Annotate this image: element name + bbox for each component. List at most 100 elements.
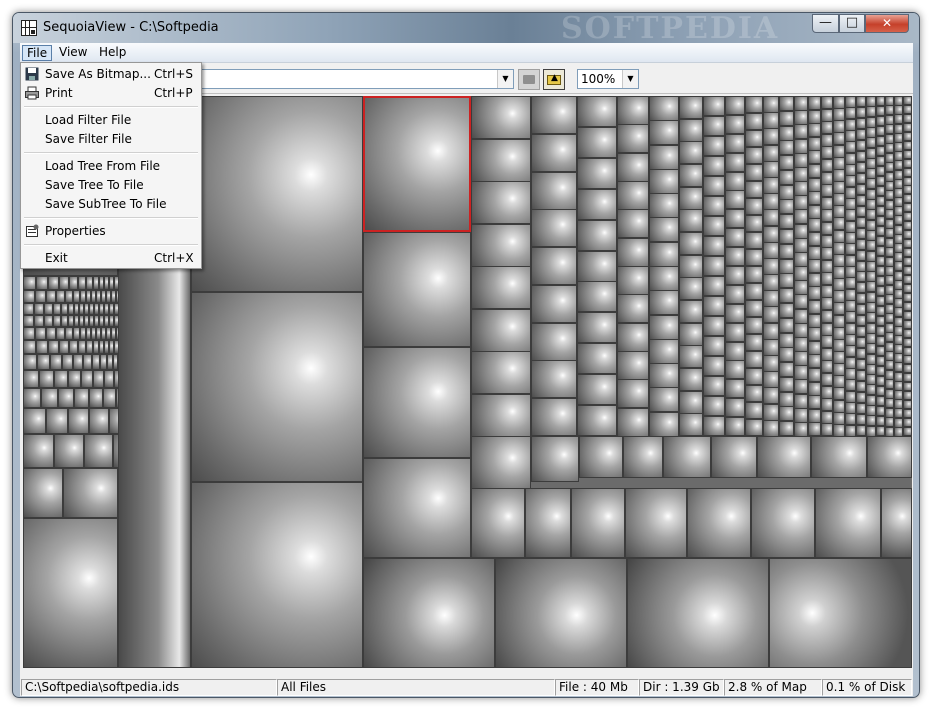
treemap-cell[interactable] (808, 273, 821, 287)
treemap-cell[interactable] (703, 96, 725, 116)
treemap-cell[interactable] (23, 340, 36, 354)
treemap-cell[interactable] (577, 127, 617, 158)
treemap-cell[interactable] (39, 370, 54, 388)
treemap-cell[interactable] (821, 335, 833, 348)
treemap-cell[interactable] (779, 170, 794, 185)
treemap-cell[interactable] (104, 370, 114, 388)
treemap-cell[interactable] (845, 243, 856, 255)
treemap-cell[interactable] (833, 302, 845, 315)
treemap-cell[interactable] (703, 296, 725, 316)
treemap-cell[interactable] (86, 340, 93, 354)
treemap-cell[interactable] (808, 178, 821, 192)
treemap-cell[interactable] (821, 121, 833, 134)
treemap-cell[interactable] (856, 359, 866, 370)
treemap-cell[interactable] (903, 400, 912, 409)
treemap-cell[interactable] (808, 150, 821, 164)
treemap-cell[interactable] (856, 348, 866, 359)
treemap-cell[interactable] (471, 139, 531, 182)
treemap-cell[interactable] (577, 405, 617, 436)
treemap-cell[interactable] (531, 96, 577, 134)
treemap-cell[interactable] (856, 293, 866, 304)
treemap-cell[interactable] (856, 304, 866, 315)
treemap-cell[interactable] (617, 351, 649, 380)
treemap-cell[interactable] (885, 417, 894, 427)
treemap-cell[interactable] (59, 340, 69, 354)
treemap-cell[interactable] (23, 370, 39, 388)
treemap-cell[interactable] (577, 96, 617, 127)
treemap-cell[interactable] (903, 123, 912, 132)
treemap-cell[interactable] (808, 395, 821, 409)
treemap-cell[interactable] (745, 283, 763, 300)
treemap-cell[interactable] (679, 255, 703, 278)
treemap-cell[interactable] (531, 209, 577, 247)
treemap-cell[interactable] (779, 111, 794, 126)
treemap-cell[interactable] (856, 217, 866, 228)
treemap-cell[interactable] (903, 284, 912, 293)
treemap-cell[interactable] (69, 340, 78, 354)
treemap-cell[interactable] (808, 327, 821, 341)
treemap-cell[interactable] (363, 96, 471, 232)
treemap-cell[interactable] (866, 312, 876, 323)
treemap-cell[interactable] (745, 266, 763, 283)
minimize-button[interactable]: — (812, 14, 839, 33)
treemap-cell[interactable] (531, 360, 577, 398)
treemap-cell[interactable] (794, 379, 808, 394)
treemap-cell[interactable] (885, 398, 894, 408)
treemap-cell[interactable] (881, 488, 912, 558)
treemap-cell[interactable] (876, 226, 885, 236)
treemap-cell[interactable] (525, 488, 571, 558)
treemap-cell[interactable] (779, 244, 794, 259)
treemap-cell[interactable] (703, 176, 725, 196)
treemap-cell[interactable] (703, 216, 725, 236)
treemap-cell[interactable] (649, 217, 679, 242)
treemap-cell[interactable] (894, 160, 903, 170)
treemap-cell[interactable] (625, 488, 687, 558)
treemap-cell[interactable] (649, 266, 679, 291)
treemap-cell[interactable] (821, 159, 833, 172)
treemap-cell[interactable] (876, 136, 885, 146)
treemap-cell[interactable] (745, 402, 763, 419)
treemap-cell[interactable] (531, 323, 577, 361)
treemap-cell[interactable] (679, 323, 703, 346)
treemap-cell[interactable] (531, 134, 577, 172)
treemap-cell[interactable] (903, 427, 912, 436)
treemap-cell[interactable] (46, 327, 56, 340)
treemap-cell[interactable] (903, 409, 912, 418)
treemap-cell[interactable] (703, 336, 725, 356)
treemap-cell[interactable] (856, 337, 866, 348)
treemap-cell[interactable] (876, 166, 885, 176)
treemap-cell[interactable] (903, 239, 912, 248)
treemap-cell[interactable] (845, 209, 856, 221)
treemap-cell[interactable] (649, 169, 679, 194)
treemap-cell[interactable] (531, 398, 577, 436)
treemap-cell[interactable] (725, 115, 745, 134)
treemap-cell[interactable] (679, 96, 703, 119)
menu-item-save-as-bitmap[interactable]: Save As Bitmap... Ctrl+S (22, 65, 200, 84)
treemap-cell[interactable] (471, 351, 531, 394)
treemap-cell[interactable] (83, 354, 92, 370)
treemap-cell[interactable] (649, 315, 679, 340)
treemap-cell[interactable] (876, 286, 885, 296)
treemap-cell[interactable] (48, 276, 59, 290)
treemap-cell[interactable] (725, 247, 745, 266)
treemap-cell[interactable] (363, 458, 471, 558)
treemap-cell[interactable] (794, 139, 808, 154)
treemap-cell[interactable] (808, 246, 821, 260)
treemap-cell[interactable] (23, 408, 46, 434)
treemap-cell[interactable] (679, 187, 703, 210)
treemap-cell[interactable] (779, 421, 794, 436)
treemap-cell[interactable] (894, 362, 903, 372)
treemap-cell[interactable] (617, 408, 649, 437)
treemap-cell[interactable] (577, 220, 617, 251)
treemap-cell[interactable] (903, 203, 912, 212)
treemap-cell[interactable] (68, 408, 89, 434)
treemap-cell[interactable] (745, 96, 763, 113)
treemap-cell[interactable] (531, 172, 577, 210)
treemap-cell[interactable] (23, 327, 35, 340)
treemap-cell[interactable] (903, 391, 912, 400)
treemap-cell[interactable] (679, 368, 703, 391)
treemap-cell[interactable] (649, 290, 679, 315)
treemap-cell[interactable] (866, 178, 876, 189)
treemap-cell[interactable] (885, 143, 894, 153)
treemap-cell[interactable] (903, 373, 912, 382)
